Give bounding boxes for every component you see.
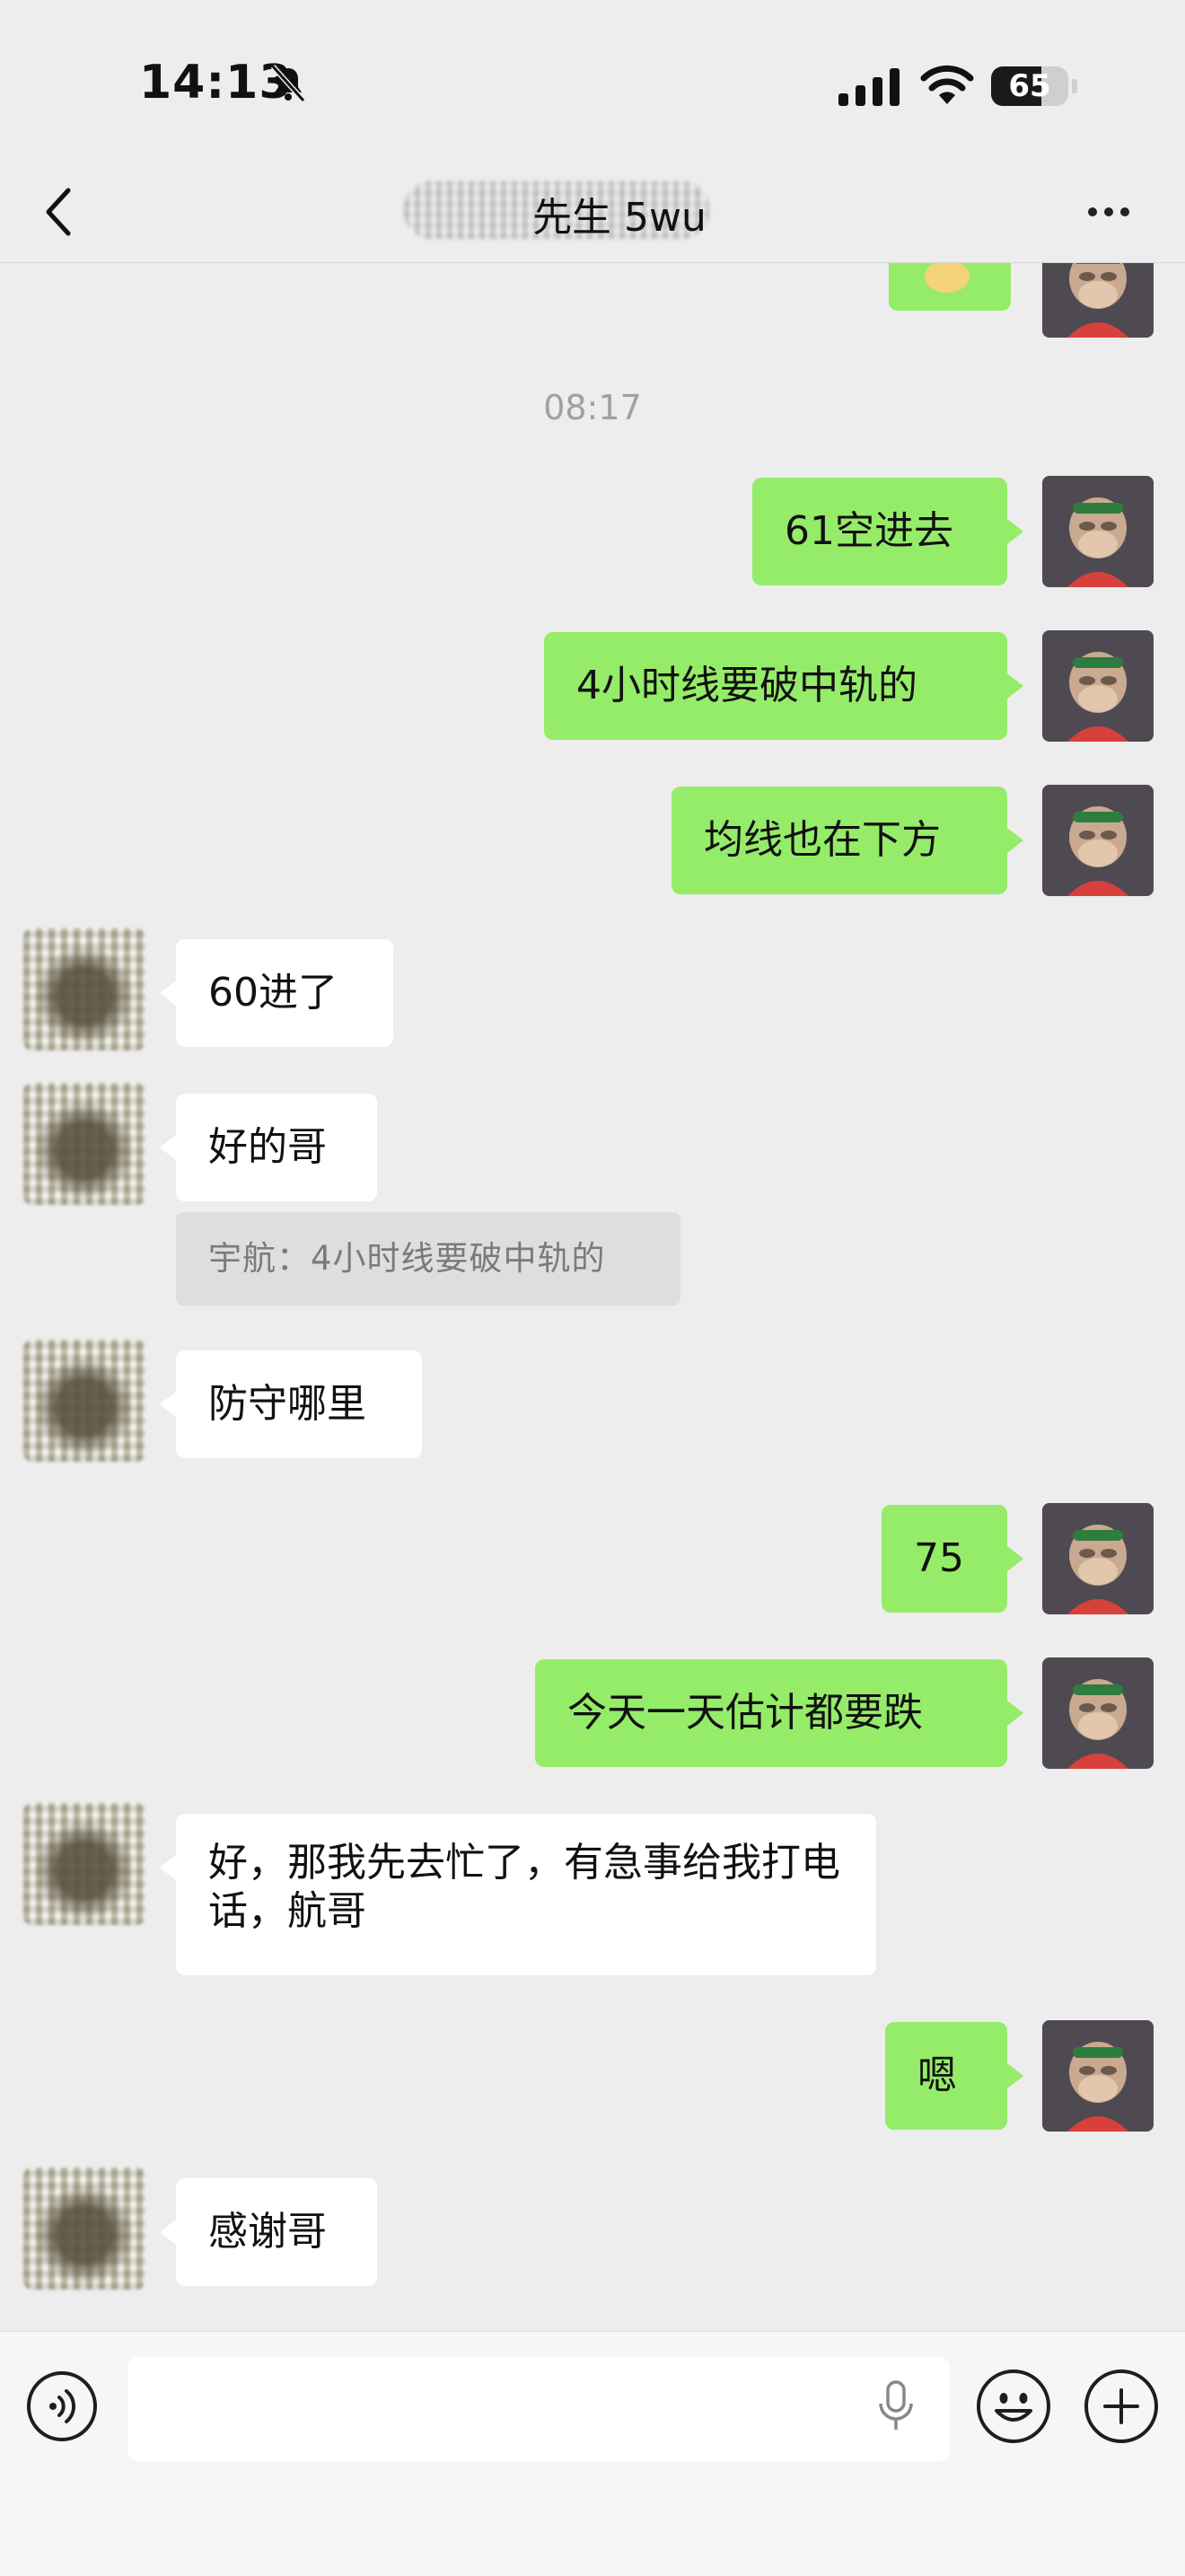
bubble-tail (1007, 673, 1023, 699)
message-text: 好的哥 (208, 1124, 327, 1170)
contact-avatar[interactable] (23, 1083, 145, 1205)
message-text: 感谢哥 (208, 2209, 327, 2255)
voice-mode-button[interactable] (27, 2371, 97, 2441)
wifi-icon (920, 65, 974, 104)
emoji-face-icon (995, 2393, 1032, 2422)
my-avatar[interactable] (1042, 262, 1154, 338)
my-avatar[interactable] (1042, 2020, 1154, 2132)
message-text: 好，那我先去忙了，有急事给我打电话，航哥 (208, 1840, 840, 1934)
my-message-bubble[interactable]: 今天一天估计都要跌 (535, 1659, 1007, 1767)
chevron-left-icon (46, 188, 71, 236)
message-timestamp: 08:17 (543, 388, 642, 427)
sticker-emoji-icon (925, 262, 970, 293)
contact-avatar[interactable] (23, 1340, 145, 1462)
back-button[interactable] (27, 174, 90, 250)
message-list[interactable]: 08:17 61空进去 4小时线要破中轨的均线也在下方 60进了好的哥防守哪里 75 今… (0, 262, 1185, 2331)
message-text: 61空进去 (785, 508, 953, 554)
their-message-bubble[interactable]: 60进了 (176, 939, 393, 1047)
message-text: 防守哪里 (208, 1381, 366, 1427)
their-message-bubble[interactable]: 好，那我先去忙了，有急事给我打电话，航哥 (176, 1814, 876, 1975)
my-message-bubble[interactable]: 61空进去 (752, 478, 1007, 585)
ape-avatar-icon (1042, 262, 1154, 338)
my-message-bubble[interactable]: 均线也在下方 (672, 787, 1007, 894)
add-attachment-button[interactable] (1084, 2369, 1158, 2443)
voice-mode-icon (49, 2389, 76, 2423)
message-input[interactable] (127, 2357, 950, 2461)
cellular-signal-icon (838, 68, 900, 106)
battery-percent: 65 (1008, 68, 1051, 104)
message-text: 今天一天估计都要跌 (567, 1690, 923, 1736)
their-message-bubble[interactable]: 防守哪里 (176, 1350, 422, 1458)
message-text: 60进了 (208, 970, 338, 1015)
emoji-button[interactable] (977, 2369, 1050, 2443)
message-text: 均线也在下方 (704, 817, 941, 863)
their-message-bubble[interactable]: 感谢哥 (176, 2178, 377, 2286)
contact-avatar[interactable] (23, 1803, 145, 1925)
my-message-bubble[interactable]: 嗯 (885, 2022, 1007, 2130)
message-text: 4小时线要破中轨的 (576, 663, 917, 708)
microphone-icon[interactable] (878, 2380, 914, 2432)
bubble-tail (1007, 1701, 1023, 1726)
quoted-reply[interactable]: 宇航：4小时线要破中轨的 (176, 1212, 680, 1306)
bubble-tail (1007, 828, 1023, 853)
more-options-button[interactable] (1077, 187, 1140, 237)
input-bar (0, 2331, 1185, 2576)
bubble-tail (1007, 519, 1023, 544)
my-avatar[interactable] (1042, 630, 1154, 742)
contact-avatar[interactable] (23, 2167, 145, 2290)
bubble-tail (160, 1135, 176, 1160)
bubble-tail (160, 1392, 176, 1417)
message-text: 嗯 (917, 2053, 957, 2098)
their-message-bubble[interactable]: 好的哥 (176, 1094, 377, 1201)
my-avatar[interactable] (1042, 1657, 1154, 1769)
mute-bell-icon (270, 64, 306, 103)
battery-cap (1072, 79, 1077, 93)
battery-icon: 65 (991, 66, 1068, 106)
bubble-tail (1007, 1546, 1023, 1571)
chat-title: 先生 5wu (532, 195, 707, 241)
my-message-bubble[interactable]: 75 (882, 1505, 1007, 1613)
bubble-tail (1007, 2063, 1023, 2088)
contact-avatar[interactable] (23, 928, 145, 1051)
bubble-tail (160, 2220, 176, 2245)
bubble-tail (160, 980, 176, 1006)
message-text: 75 (914, 1535, 964, 1581)
my-avatar[interactable] (1042, 1503, 1154, 1614)
bubble-tail (160, 1855, 176, 1880)
chat-header: 先生 5wu (0, 162, 1185, 263)
plus-icon (1103, 2388, 1139, 2424)
my-avatar[interactable] (1042, 476, 1154, 587)
partial-previous-bubble[interactable] (889, 262, 1011, 311)
status-bar: 14:13 65 (0, 0, 1185, 162)
my-message-bubble[interactable]: 4小时线要破中轨的 (544, 632, 1007, 740)
ellipsis-icon (1088, 207, 1097, 216)
my-avatar[interactable] (1042, 785, 1154, 896)
